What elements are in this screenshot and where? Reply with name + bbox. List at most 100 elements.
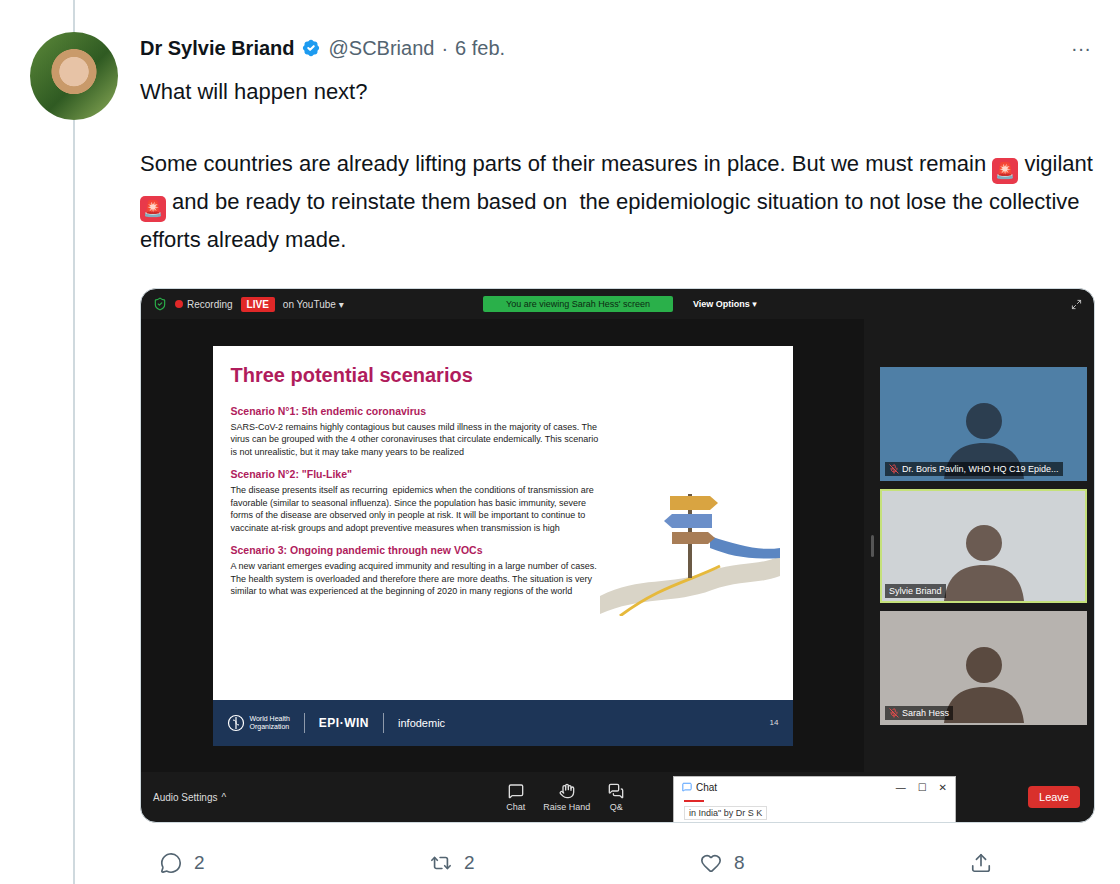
- participant-name: Sylvie Briand: [885, 584, 946, 598]
- retweet-count: 2: [464, 852, 475, 874]
- shared-screen: Three potential scenarios Scenario N°1: 5…: [141, 319, 864, 772]
- participant-tile[interactable]: Sarah Hess: [880, 611, 1087, 725]
- author-avatar[interactable]: [30, 32, 118, 120]
- tweet-actions: 2 2 8: [140, 847, 1095, 879]
- mic-muted-icon: [889, 708, 899, 718]
- window-control[interactable]: ☐: [918, 782, 927, 793]
- brand-logo: EPI·WIN: [319, 716, 369, 730]
- siren-emoji: 🚨: [140, 196, 166, 222]
- brand-logo: infodemic: [398, 717, 445, 729]
- tweet-text: What will happen next? Some countries are…: [140, 74, 1095, 258]
- tweet-paragraph: What will happen next?: [140, 74, 1095, 110]
- more-button[interactable]: ···: [1071, 37, 1095, 60]
- security-shield-icon[interactable]: [153, 297, 167, 311]
- scenario-body: The disease presents itself as recurring…: [231, 484, 599, 534]
- slide-number: 14: [770, 718, 779, 727]
- recording-indicator: Recording: [175, 299, 233, 310]
- scenario-heading: Scenario N°1: 5th endemic coronavirus: [231, 405, 599, 417]
- text-run: Some countries are already lifting parts…: [140, 151, 992, 176]
- thread-rail: [0, 0, 140, 884]
- slide-footer: World HealthOrganization EPI·WIN infodemic…: [213, 700, 793, 746]
- like-button[interactable]: 8: [700, 847, 970, 879]
- chat-icon: [682, 782, 692, 792]
- tweet-date[interactable]: 6 feb.: [455, 37, 505, 60]
- panel-divider[interactable]: [869, 319, 875, 772]
- slide-content: Three potential scenarios Scenario N°1: 5…: [213, 346, 793, 700]
- crossroads-illustration: [600, 476, 780, 616]
- meeting-stage: Three potential scenarios Scenario N°1: 5…: [141, 319, 1094, 772]
- meeting-screenshot[interactable]: Recording LIVE on YouTube ▾ You are viewing…: [140, 288, 1095, 823]
- chat-window[interactable]: Chat—☐✕in India" by Dr S K: [673, 776, 956, 823]
- author-handle[interactable]: @SCBriand: [329, 37, 435, 60]
- slide-title: Three potential scenarios: [231, 364, 599, 387]
- participant-tile[interactable]: Dr. Boris Pavlin, WHO HQ C19 Epide...: [880, 367, 1087, 481]
- expand-icon[interactable]: [1071, 299, 1082, 310]
- meeting-topbar: Recording LIVE on YouTube ▾ You are viewing…: [141, 289, 1094, 319]
- tweet-page: Dr Sylvie Briand @SCBriand · 6 feb. ··· What …: [0, 0, 1120, 884]
- thread-line: [73, 0, 75, 32]
- slide-text: Three potential scenarios Scenario N°1: 5…: [231, 358, 599, 700]
- chat-messages: in India" by Dr S K: [674, 797, 955, 823]
- org-name-line: Organization: [250, 723, 290, 731]
- stream-menu[interactable]: on YouTube ▾: [283, 299, 344, 310]
- like-count: 8: [734, 852, 745, 874]
- participant-name: Sarah Hess: [885, 706, 953, 720]
- org-name-line: World Health: [250, 715, 290, 723]
- reply-icon: [160, 852, 182, 874]
- toolbar-buttons: Chat Raise Hand Q&: [506, 783, 624, 812]
- thread-line: [73, 120, 75, 884]
- audio-settings-button[interactable]: Audio Settings^: [153, 792, 226, 803]
- toolbar-button[interactable]: Chat: [506, 783, 525, 812]
- chat-icon: [508, 783, 524, 799]
- scenario-heading: Scenario N°2: "Flu-Like": [231, 468, 599, 480]
- leave-button[interactable]: Leave: [1028, 786, 1080, 808]
- retweet-icon: [430, 852, 452, 874]
- share-icon: [970, 852, 992, 874]
- like-icon: [700, 852, 722, 874]
- slide: Three potential scenarios Scenario N°1: 5…: [213, 346, 793, 746]
- toolbar-button[interactable]: Raise Hand: [543, 783, 590, 812]
- window-control[interactable]: —: [896, 782, 906, 793]
- text-run: What will happen next?: [140, 79, 367, 104]
- scenario: Scenario 3: Ongoing pandemic through new…: [231, 534, 599, 598]
- tweet-header: Dr Sylvie Briand @SCBriand · 6 feb. ···: [140, 34, 1095, 62]
- recording-dot: [175, 300, 183, 308]
- tweet-paragraph: Some countries are already lifting parts…: [140, 146, 1095, 258]
- scenario-body: A new variant emerges evading acquired i…: [231, 560, 599, 598]
- topbar-left: Recording LIVE on YouTube ▾: [153, 297, 483, 312]
- hand-icon: [559, 783, 575, 799]
- who-logo-icon: [227, 714, 245, 732]
- scenario-heading: Scenario 3: Ongoing pandemic through new…: [231, 544, 599, 556]
- text-run: and be ready to reinstate them based on …: [140, 189, 1086, 252]
- mic-muted-icon: [889, 464, 899, 474]
- toolbar-button[interactable]: Q&: [608, 783, 624, 812]
- reply-count: 2: [194, 852, 205, 874]
- participant-videos: Dr. Boris Pavlin, WHO HQ C19 Epide... Syl…: [880, 319, 1094, 772]
- retweet-button[interactable]: 2: [430, 847, 700, 879]
- chat-message: in India" by Dr S K: [684, 806, 767, 820]
- chat-title-bar: Chat—☐✕: [674, 777, 955, 797]
- participant-tile[interactable]: Sylvie Briand: [880, 489, 1087, 603]
- participant-name: Dr. Boris Pavlin, WHO HQ C19 Epide...: [885, 462, 1063, 476]
- scenario: Scenario N°1: 5th endemic coronavirus SAR…: [231, 395, 599, 459]
- text-run: vigilant: [1018, 151, 1099, 176]
- share-button[interactable]: [970, 847, 1120, 879]
- window-controls: — ☐ ✕: [896, 782, 947, 793]
- chat-marker: [684, 800, 704, 802]
- who-logo: World HealthOrganization: [227, 714, 290, 732]
- slide-illustration: [599, 358, 781, 700]
- siren-emoji: 🚨: [992, 158, 1018, 184]
- scenario-body: SARS-CoV-2 remains highly contagious but…: [231, 421, 599, 459]
- footer-separator: [304, 713, 305, 733]
- scenario: Scenario N°2: "Flu-Like" The disease pres…: [231, 458, 599, 534]
- tweet: Dr Sylvie Briand @SCBriand · 6 feb. ··· What …: [140, 0, 1120, 884]
- viewing-banner: You are viewing Sarah Hess' screen: [483, 296, 673, 312]
- qa-icon: [608, 783, 624, 799]
- footer-separator: [383, 713, 384, 733]
- separator: ·: [441, 37, 448, 60]
- view-options-button[interactable]: View Options ▾: [693, 299, 757, 309]
- live-badge: LIVE: [241, 297, 275, 312]
- author-name[interactable]: Dr Sylvie Briand: [140, 37, 295, 60]
- window-control[interactable]: ✕: [939, 782, 947, 793]
- reply-button[interactable]: 2: [160, 847, 430, 879]
